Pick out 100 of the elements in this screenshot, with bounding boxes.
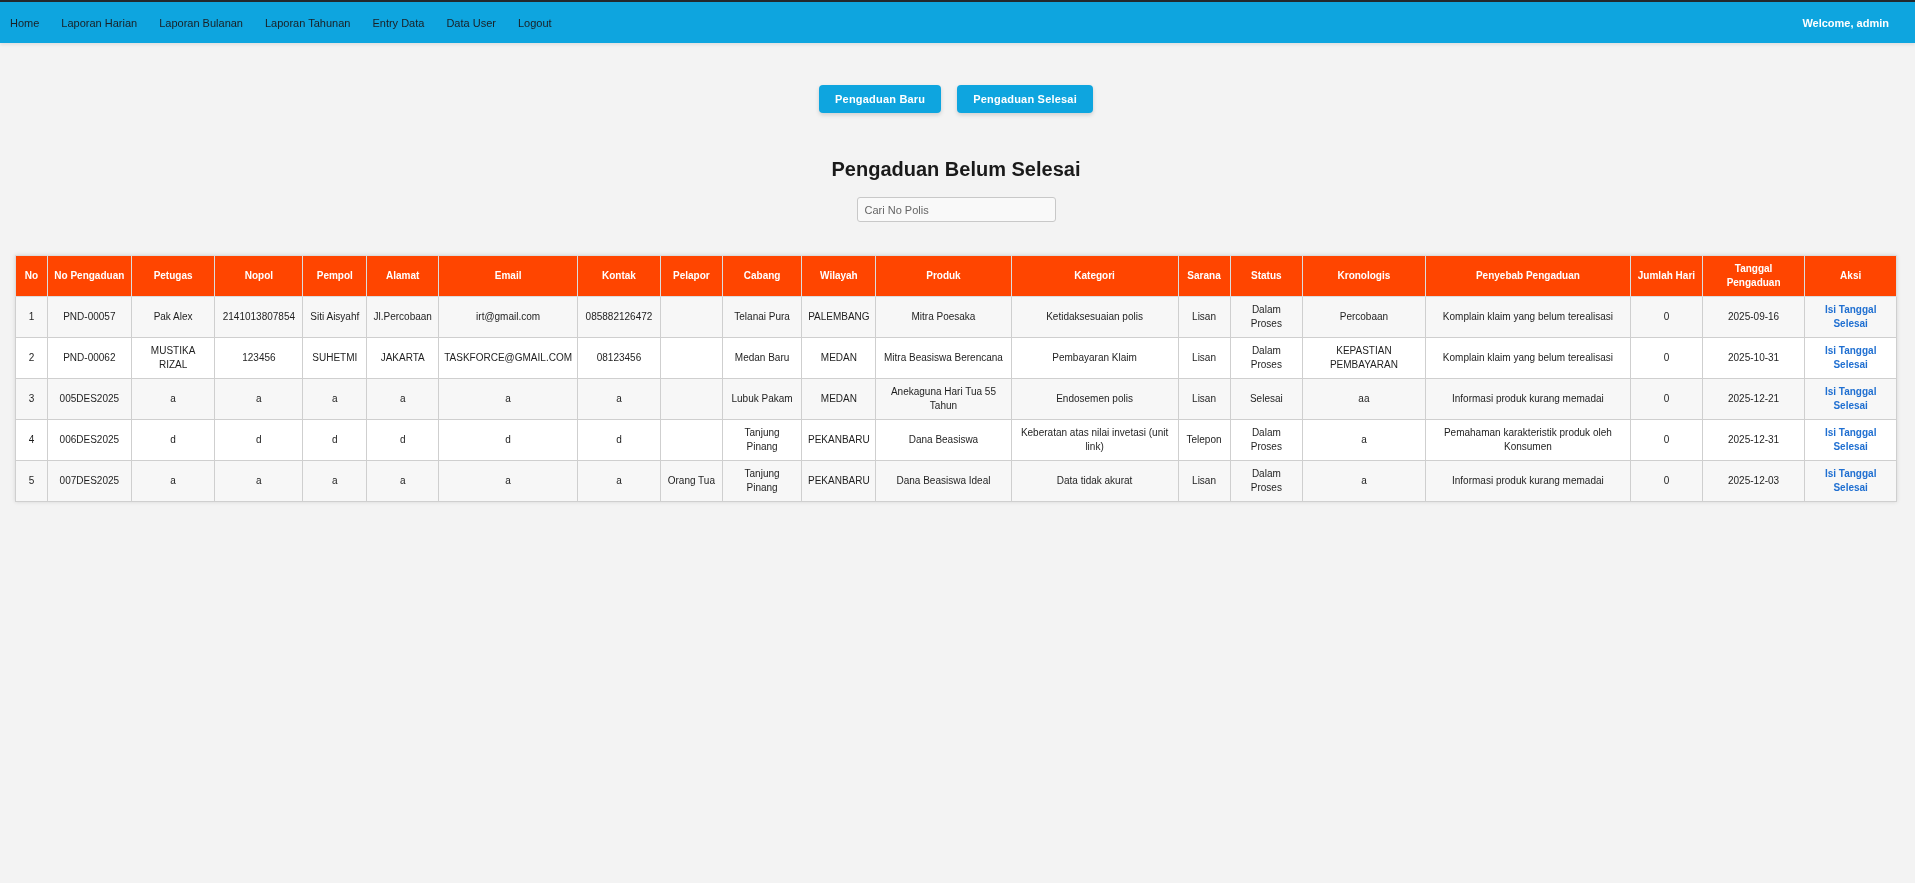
table-cell: 0: [1630, 378, 1703, 420]
table-cell: MEDAN: [801, 337, 876, 379]
column-header: Pempol: [302, 255, 367, 297]
column-header: Status: [1230, 255, 1303, 297]
table-cell: 0: [1630, 419, 1703, 461]
table-cell: Dalam Proses: [1230, 419, 1303, 461]
table-cell: 5: [15, 460, 48, 502]
table-cell: a: [366, 378, 439, 420]
table-cell: Tanjung Pinang: [722, 460, 802, 502]
column-header: Penyebab Pengaduan: [1425, 255, 1631, 297]
table-cell: 2141013807854: [214, 296, 303, 338]
table-cell: Medan Baru: [722, 337, 802, 379]
table-cell: Dana Beasiswa: [875, 419, 1012, 461]
table-cell: Tanjung Pinang: [722, 419, 802, 461]
table-cell: Informasi produk kurang memadai: [1425, 460, 1631, 502]
table-cell: Selesai: [1230, 378, 1303, 420]
table-cell: Lubuk Pakam: [722, 378, 802, 420]
table-cell: 007DES2025: [47, 460, 132, 502]
nav-link[interactable]: Home: [10, 16, 40, 29]
table-cell: Siti Aisyahf: [302, 296, 367, 338]
table-cell: a: [214, 460, 303, 502]
column-header: Sarana: [1178, 255, 1230, 297]
table-cell: Mitra Poesaka: [875, 296, 1012, 338]
table-cell: 0: [1630, 337, 1703, 379]
column-header: No: [15, 255, 48, 297]
column-header: Kronologis: [1302, 255, 1426, 297]
table-cell: Anekaguna Hari Tua 55 Tahun: [875, 378, 1012, 420]
table-cell: PALEMBANG: [801, 296, 876, 338]
table-cell: Lisan: [1178, 296, 1230, 338]
table-cell: Lisan: [1178, 337, 1230, 379]
column-header: Cabang: [722, 255, 802, 297]
nav-link[interactable]: Entry Data: [372, 16, 425, 29]
nav-link[interactable]: Logout: [517, 16, 552, 29]
table-cell: d: [438, 419, 578, 461]
nav-link[interactable]: Laporan Harian: [61, 16, 138, 29]
column-header: Kategori: [1011, 255, 1179, 297]
table-cell: a: [302, 460, 367, 502]
table-cell: Percobaan: [1302, 296, 1426, 338]
table-cell: Dalam Proses: [1230, 460, 1303, 502]
table-cell: Endosemen polis: [1011, 378, 1179, 420]
table-cell: a: [131, 378, 215, 420]
column-header: Nopol: [214, 255, 303, 297]
table-cell: Pembayaran Klaim: [1011, 337, 1179, 379]
table-cell: 1: [15, 296, 48, 338]
table-cell: 005DES2025: [47, 378, 132, 420]
table-cell: Lisan: [1178, 378, 1230, 420]
table-cell: Data tidak akurat: [1011, 460, 1179, 502]
table-cell: 08123456: [577, 337, 661, 379]
table-cell: Pak Alex: [131, 296, 215, 338]
column-header: Petugas: [131, 255, 215, 297]
table-cell: Dana Beasiswa Ideal: [875, 460, 1012, 502]
table-cell: 2: [15, 337, 48, 379]
table-cell: Pemahaman karakteristik produk oleh Konsumen: [1425, 419, 1631, 461]
table-cell: a: [302, 378, 367, 420]
table-cell: d: [131, 419, 215, 461]
table-cell: PEKANBARU: [801, 419, 876, 461]
table-cell: 2025-12-03: [1702, 460, 1805, 502]
welcome-text: Welcome, admin: [1802, 16, 1889, 29]
table-cell: a: [1302, 419, 1426, 461]
table-cell: d: [214, 419, 303, 461]
table-cell: Mitra Beasiswa Berencana: [875, 337, 1012, 379]
column-header: No Pengaduan: [47, 255, 132, 297]
table-cell: a: [577, 460, 661, 502]
nav-link[interactable]: Laporan Tahunan: [265, 16, 351, 29]
nav-link[interactable]: Data User: [446, 16, 496, 29]
table-cell: d: [302, 419, 367, 461]
table-cell: 085882126472: [577, 296, 661, 338]
table-cell: a: [438, 460, 578, 502]
table-cell: 4: [15, 419, 48, 461]
table-cell: d: [577, 419, 661, 461]
column-header: Produk: [875, 255, 1012, 297]
table-cell: d: [366, 419, 439, 461]
table-cell: 2025-12-21: [1702, 378, 1805, 420]
table-cell: JAKARTA: [366, 337, 439, 379]
table-cell: Lisan: [1178, 460, 1230, 502]
table-cell: a: [1302, 460, 1426, 502]
column-header: Email: [438, 255, 578, 297]
table-cell: a: [438, 378, 578, 420]
column-header: Tanggal Pengaduan: [1702, 255, 1805, 297]
table-cell: 2025-12-31: [1702, 419, 1805, 461]
table-cell: PND-00062: [47, 337, 132, 379]
table-cell: Ketidaksesuaian polis: [1011, 296, 1179, 338]
table-cell: a: [131, 460, 215, 502]
table-cell: aa: [1302, 378, 1426, 420]
table-cell: Telepon: [1178, 419, 1230, 461]
column-header: Alamat: [366, 255, 439, 297]
table-cell: a: [366, 460, 439, 502]
table-cell: KEPASTIAN PEMBAYARAN: [1302, 337, 1426, 379]
column-header: Jumlah Hari: [1630, 255, 1703, 297]
nav-link[interactable]: Laporan Bulanan: [159, 16, 243, 29]
table-cell: SUHETMI: [302, 337, 367, 379]
search-field[interactable]: Cari No Polis: [856, 197, 1056, 222]
table-cell: TASKFORCE@GMAIL.COM: [438, 337, 578, 379]
table-cell: Dalam Proses: [1230, 337, 1303, 379]
table-cell: Informasi produk kurang memadai: [1425, 378, 1631, 420]
table-cell: Jl.Percobaan: [366, 296, 439, 338]
table-cell: PND-00057: [47, 296, 132, 338]
table-cell: 3: [15, 378, 48, 420]
table-cell: irt@gmail.com: [438, 296, 578, 338]
column-header: Kontak: [577, 255, 661, 297]
